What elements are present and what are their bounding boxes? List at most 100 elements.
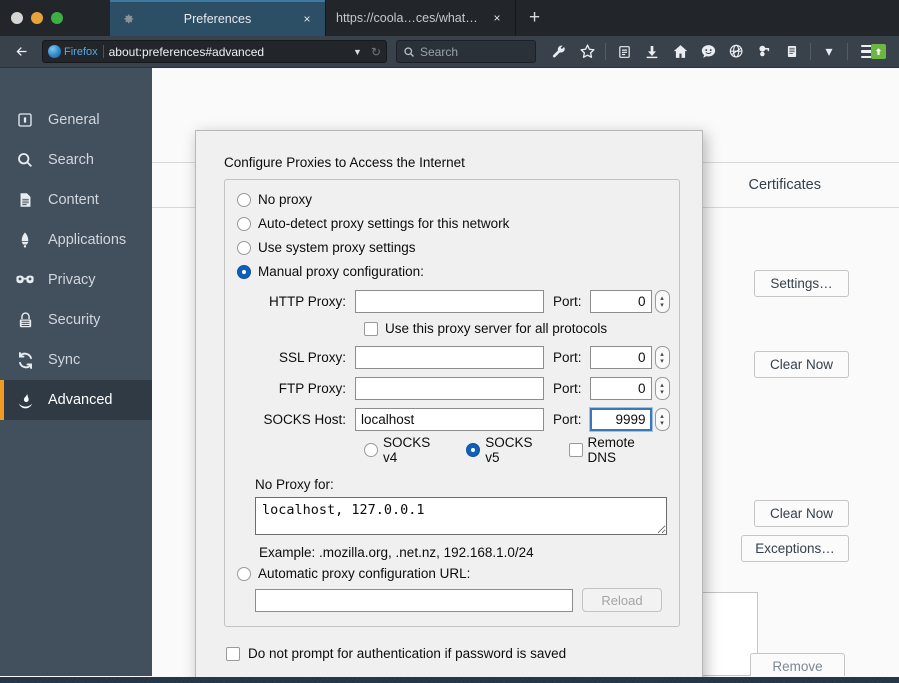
search-bar[interactable]: Search — [396, 40, 536, 63]
menu-button[interactable] — [853, 43, 887, 59]
radio-socks-v5-indicator[interactable] — [466, 443, 481, 457]
content-icon — [14, 189, 36, 211]
sidebar-item-content[interactable]: Content — [0, 180, 152, 220]
security-lock-icon — [14, 309, 36, 331]
sync-icon — [14, 349, 36, 371]
star-icon[interactable] — [574, 39, 600, 65]
clear-now-offline-button[interactable]: Clear Now — [754, 500, 849, 527]
checkbox-remote-dns-label: Remote DNS — [587, 435, 635, 465]
stepper-down-icon[interactable]: ▾ — [660, 420, 664, 427]
radio-manual-proxy[interactable]: Manual proxy configuration: — [237, 264, 667, 279]
notes-icon[interactable] — [779, 39, 805, 65]
socks-port-input[interactable] — [589, 408, 652, 431]
url-bar[interactable]: Firefox about:preferences#advanced ▼ ↻ — [42, 40, 387, 63]
radio-label: Automatic proxy configuration URL: — [258, 566, 471, 581]
stepper-up-icon[interactable]: ▴ — [660, 382, 664, 389]
applications-icon — [14, 229, 36, 251]
http-port-input[interactable] — [589, 290, 652, 313]
toolbar-separator — [847, 43, 848, 60]
ftp-port-stepper[interactable]: ▴ ▾ — [654, 377, 670, 400]
pac-url-input[interactable] — [255, 588, 573, 612]
sidebar-item-privacy[interactable]: Privacy — [0, 260, 152, 300]
window-controls — [0, 0, 110, 36]
advanced-icon — [14, 389, 36, 411]
stepper-down-icon[interactable]: ▾ — [660, 302, 664, 309]
checkbox-no-prompt-auth[interactable]: Do not prompt for authentication if pass… — [226, 646, 680, 661]
download-icon[interactable] — [639, 39, 665, 65]
reload-pac-button[interactable]: Reload — [582, 588, 662, 612]
settings-button[interactable]: Settings… — [754, 270, 849, 297]
field-ssl-proxy: SSL Proxy: Port: ▴ ▾ — [237, 346, 670, 369]
ftp-port-input[interactable] — [589, 377, 652, 400]
checkbox-remote-dns-indicator[interactable] — [568, 443, 583, 457]
close-icon[interactable]: × — [489, 12, 505, 24]
sidebar-item-label: Content — [48, 192, 99, 208]
chevron-down-icon[interactable]: ▼ — [353, 47, 362, 57]
checkbox-label: Do not prompt for authentication if pass… — [248, 646, 567, 661]
ssl-port-stepper[interactable]: ▴ ▾ — [654, 346, 670, 369]
key-icon[interactable] — [751, 39, 777, 65]
clear-now-cache-button[interactable]: Clear Now — [754, 351, 849, 378]
back-arrow-icon[interactable] — [6, 39, 36, 65]
close-icon[interactable]: × — [299, 13, 315, 25]
remove-button[interactable]: Remove — [750, 653, 845, 676]
radio-label: Auto-detect proxy settings for this netw… — [258, 216, 510, 231]
globe-pencil-icon[interactable] — [723, 39, 749, 65]
general-icon — [14, 109, 36, 131]
maximize-window-button[interactable] — [51, 12, 63, 24]
overflow-chevron-down-icon[interactable]: ▾ — [816, 39, 842, 65]
http-port-stepper[interactable]: ▴ ▾ — [654, 290, 670, 313]
sidebar-item-sync[interactable]: Sync — [0, 340, 152, 380]
close-window-button[interactable] — [11, 12, 23, 24]
stepper-down-icon[interactable]: ▾ — [660, 389, 664, 396]
reload-icon[interactable]: ↻ — [367, 45, 381, 59]
sidebar-item-search[interactable]: Search — [0, 140, 152, 180]
exceptions-button[interactable]: Exceptions… — [741, 535, 849, 562]
home-icon[interactable] — [667, 39, 693, 65]
stepper-up-icon[interactable]: ▴ — [660, 351, 664, 358]
url-text[interactable]: about:preferences#advanced — [109, 45, 348, 59]
tab-preferences[interactable]: Preferences × — [110, 0, 325, 36]
stepper-up-icon[interactable]: ▴ — [660, 295, 664, 302]
ftp-proxy-input[interactable] — [355, 377, 544, 400]
search-input[interactable]: Search — [420, 45, 458, 59]
tab-whatsmyip[interactable]: https://coola…ces/whatsmyip × — [325, 0, 515, 36]
socks-host-input[interactable] — [355, 408, 544, 431]
no-proxy-for-label: No Proxy for: — [255, 477, 334, 492]
stepper-up-icon[interactable]: ▴ — [660, 413, 664, 420]
radio-system-proxy[interactable]: Use system proxy settings — [237, 240, 667, 255]
stepper-down-icon[interactable]: ▾ — [660, 358, 664, 365]
no-proxy-for-textarea[interactable] — [255, 497, 667, 535]
radio-socks-v4-indicator[interactable] — [364, 443, 378, 457]
field-socks-host: SOCKS Host: Port: ▴ ▾ — [237, 408, 670, 431]
sidebar-item-security[interactable]: Security — [0, 300, 152, 340]
radio-label: Manual proxy configuration: — [258, 264, 424, 279]
sidebar-item-applications[interactable]: Applications — [0, 220, 152, 260]
sidebar-item-label: Advanced — [48, 392, 113, 408]
ssl-port-input[interactable] — [589, 346, 652, 369]
update-badge-icon[interactable] — [871, 43, 886, 59]
brand-label: Firefox — [64, 45, 98, 58]
minimize-window-button[interactable] — [31, 12, 43, 24]
socks-port-stepper[interactable]: ▴ ▾ — [654, 408, 670, 431]
checkbox-label: Use this proxy server for all protocols — [385, 321, 608, 336]
new-tab-button[interactable]: + — [515, 0, 553, 36]
wrench-icon[interactable] — [546, 39, 572, 65]
smiley-icon[interactable] — [695, 39, 721, 65]
radio-no-proxy[interactable]: No proxy — [237, 192, 667, 207]
field-label: SSL Proxy: — [278, 350, 346, 365]
sidebar-item-advanced[interactable]: Advanced — [0, 380, 152, 420]
reader-list-icon[interactable] — [611, 39, 637, 65]
search-icon — [14, 149, 36, 171]
radio-indicator — [237, 240, 251, 255]
http-proxy-input[interactable] — [355, 290, 544, 313]
radio-automatic-pac[interactable]: Automatic proxy configuration URL: — [237, 566, 667, 581]
checkbox-indicator — [364, 321, 378, 336]
field-label: HTTP Proxy: — [268, 294, 346, 309]
tab-certificates[interactable]: Certificates — [748, 177, 821, 193]
radio-auto-detect[interactable]: Auto-detect proxy settings for this netw… — [237, 216, 667, 231]
ssl-proxy-input[interactable] — [355, 346, 544, 369]
sidebar-item-label: Search — [48, 152, 94, 168]
checkbox-all-protocols[interactable]: Use this proxy server for all protocols — [364, 321, 667, 336]
sidebar-item-general[interactable]: General — [0, 100, 152, 140]
